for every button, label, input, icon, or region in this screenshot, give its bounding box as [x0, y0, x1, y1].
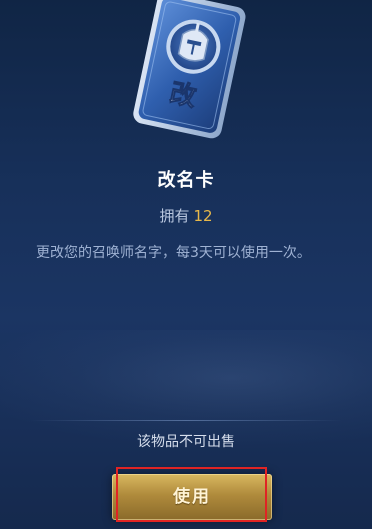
item-detail-panel: 改 改名卡 拥有 12 更改您的召唤师名字，每3天可以使用一次。 该物品不可出售 …: [0, 0, 372, 529]
item-description: 更改您的召唤师名字，每3天可以使用一次。: [36, 245, 311, 261]
owned-count: 12: [193, 207, 213, 225]
rename-card-svg: 改: [133, 0, 246, 139]
divider: [30, 420, 342, 421]
not-for-sale-note: 该物品不可出售: [137, 434, 235, 450]
owned-count-row: 拥有 12: [0, 205, 372, 226]
use-button[interactable]: 使用: [112, 474, 272, 520]
owned-label: 拥有: [159, 207, 190, 225]
item-name: 改名卡: [157, 170, 215, 191]
rename-card-image: 改: [118, 0, 258, 142]
